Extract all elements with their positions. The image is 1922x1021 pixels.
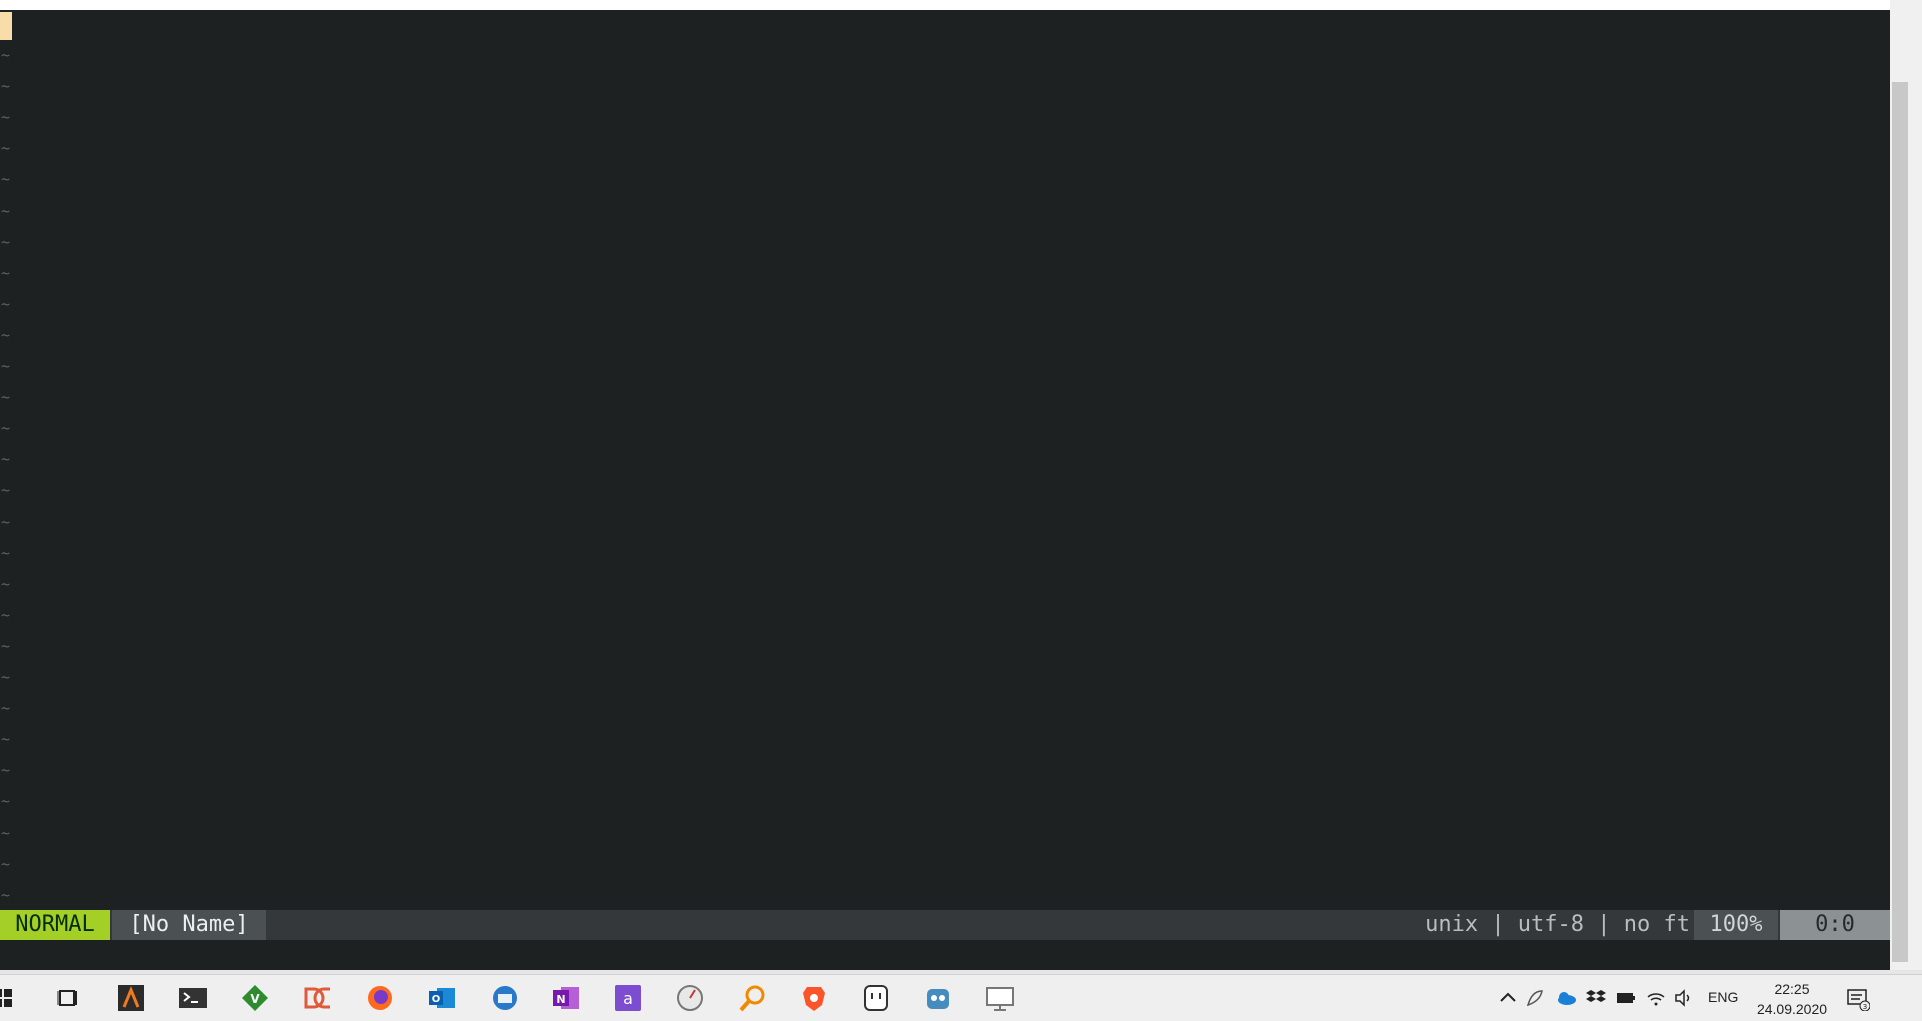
empty-line-marker: ~ — [1, 761, 11, 779]
empty-line-marker: ~ — [1, 295, 11, 313]
empty-line-marker: ~ — [1, 139, 11, 157]
window-right-edge — [1890, 0, 1922, 970]
gvim-icon[interactable]: V — [230, 975, 280, 1021]
onedrive-icon[interactable] — [1555, 987, 1577, 1009]
statusline: NORMAL [No Name] unix | utf-8 | no ft 10… — [0, 910, 1890, 940]
notification-center-icon[interactable]: 3 — [1846, 987, 1871, 1012]
double-commander-icon[interactable] — [303, 983, 333, 1013]
remote-display-icon[interactable] — [985, 983, 1015, 1013]
volume-icon[interactable] — [1673, 987, 1695, 1009]
thunderbird-icon[interactable] — [490, 983, 520, 1013]
empty-line-marker: ~ — [1, 357, 11, 375]
empty-line-marker: ~ — [1, 170, 11, 188]
empty-line-marker: ~ — [1, 637, 11, 655]
taskbar: V O N a ENG 22:25 24.09.2020 3 — [0, 974, 1922, 1021]
empty-line-marker: ~ — [1, 326, 11, 344]
svg-text:N: N — [556, 993, 565, 1006]
svg-text:O: O — [432, 994, 441, 1005]
buffer-filename: [No Name] — [112, 910, 266, 940]
compass-icon[interactable] — [675, 983, 705, 1013]
scroll-percent: 100% — [1694, 910, 1778, 940]
empty-line-marker: ~ — [1, 46, 11, 64]
vertical-scrollbar[interactable] — [1892, 82, 1908, 962]
clock[interactable]: 22:25 24.09.2020 — [1752, 979, 1832, 1019]
purple-a-app-icon[interactable]: a — [613, 983, 643, 1013]
empty-line-marker: ~ — [1, 824, 11, 842]
terminal-icon[interactable] — [178, 983, 208, 1013]
dropbox-icon[interactable] — [1585, 987, 1607, 1009]
feather-tray-icon[interactable] — [1524, 987, 1546, 1009]
show-hidden-icons-chevron-icon[interactable] — [1497, 987, 1519, 1009]
empty-line-marker: ~ — [1, 513, 11, 531]
robot-face-icon[interactable] — [861, 983, 891, 1013]
magnifier-icon[interactable] — [737, 983, 767, 1013]
empty-line-marker: ~ — [1, 668, 11, 686]
onenote-icon[interactable]: N — [551, 983, 581, 1013]
empty-line-marker: ~ — [1, 233, 11, 251]
empty-line-marker: ~ — [1, 77, 11, 95]
window-top-bar — [0, 0, 1890, 10]
svg-text:V: V — [250, 992, 260, 1006]
empty-line-marker: ~ — [1, 450, 11, 468]
empty-line-marker: ~ — [1, 481, 11, 499]
input-language[interactable]: ENG — [1708, 989, 1738, 1005]
brave-icon[interactable] — [799, 983, 829, 1013]
text-cursor — [0, 12, 12, 40]
wifi-icon[interactable] — [1645, 987, 1667, 1009]
ide-a-icon[interactable] — [116, 983, 146, 1013]
empty-line-marker: ~ — [1, 264, 11, 282]
clock-time: 22:25 — [1774, 981, 1810, 997]
editor-area[interactable]: ~ ~ ~ ~ ~ ~ ~ ~ ~ ~ ~ ~ ~ ~ ~ ~ ~ ~ ~ ~ ~ ~ ~ ~ ~ ~ ~ ~ — [0, 10, 1890, 910]
file-format-info: unix | utf-8 | no ft — [1425, 912, 1690, 937]
command-line[interactable] — [0, 940, 1890, 970]
empty-line-marker: ~ — [1, 388, 11, 406]
empty-line-marker: ~ — [1, 730, 11, 748]
empty-line-marker: ~ — [1, 202, 11, 220]
outlook-icon[interactable]: O — [427, 983, 457, 1013]
empty-line-marker: ~ — [1, 544, 11, 562]
firefox-icon[interactable] — [365, 983, 395, 1013]
windows-start-icon[interactable] — [0, 983, 24, 1013]
empty-line-marker: ~ — [1, 419, 11, 437]
empty-line-marker: ~ — [1, 886, 11, 904]
empty-line-marker: ~ — [1, 792, 11, 810]
mode-indicator: NORMAL — [0, 910, 110, 940]
empty-line-marker: ~ — [1, 606, 11, 624]
empty-line-marker: ~ — [1, 699, 11, 717]
task-view-icon[interactable] — [54, 983, 84, 1013]
empty-line-marker: ~ — [1, 575, 11, 593]
svg-text:a: a — [623, 989, 633, 1008]
clock-date: 24.09.2020 — [1756, 1001, 1828, 1017]
battery-icon[interactable] — [1615, 987, 1637, 1009]
godot-icon[interactable] — [923, 983, 953, 1013]
empty-line-marker: ~ — [1, 108, 11, 126]
cursor-position: 0:0 — [1780, 910, 1890, 940]
notification-count: 3 — [1863, 1003, 1867, 1011]
empty-line-marker: ~ — [1, 855, 11, 873]
